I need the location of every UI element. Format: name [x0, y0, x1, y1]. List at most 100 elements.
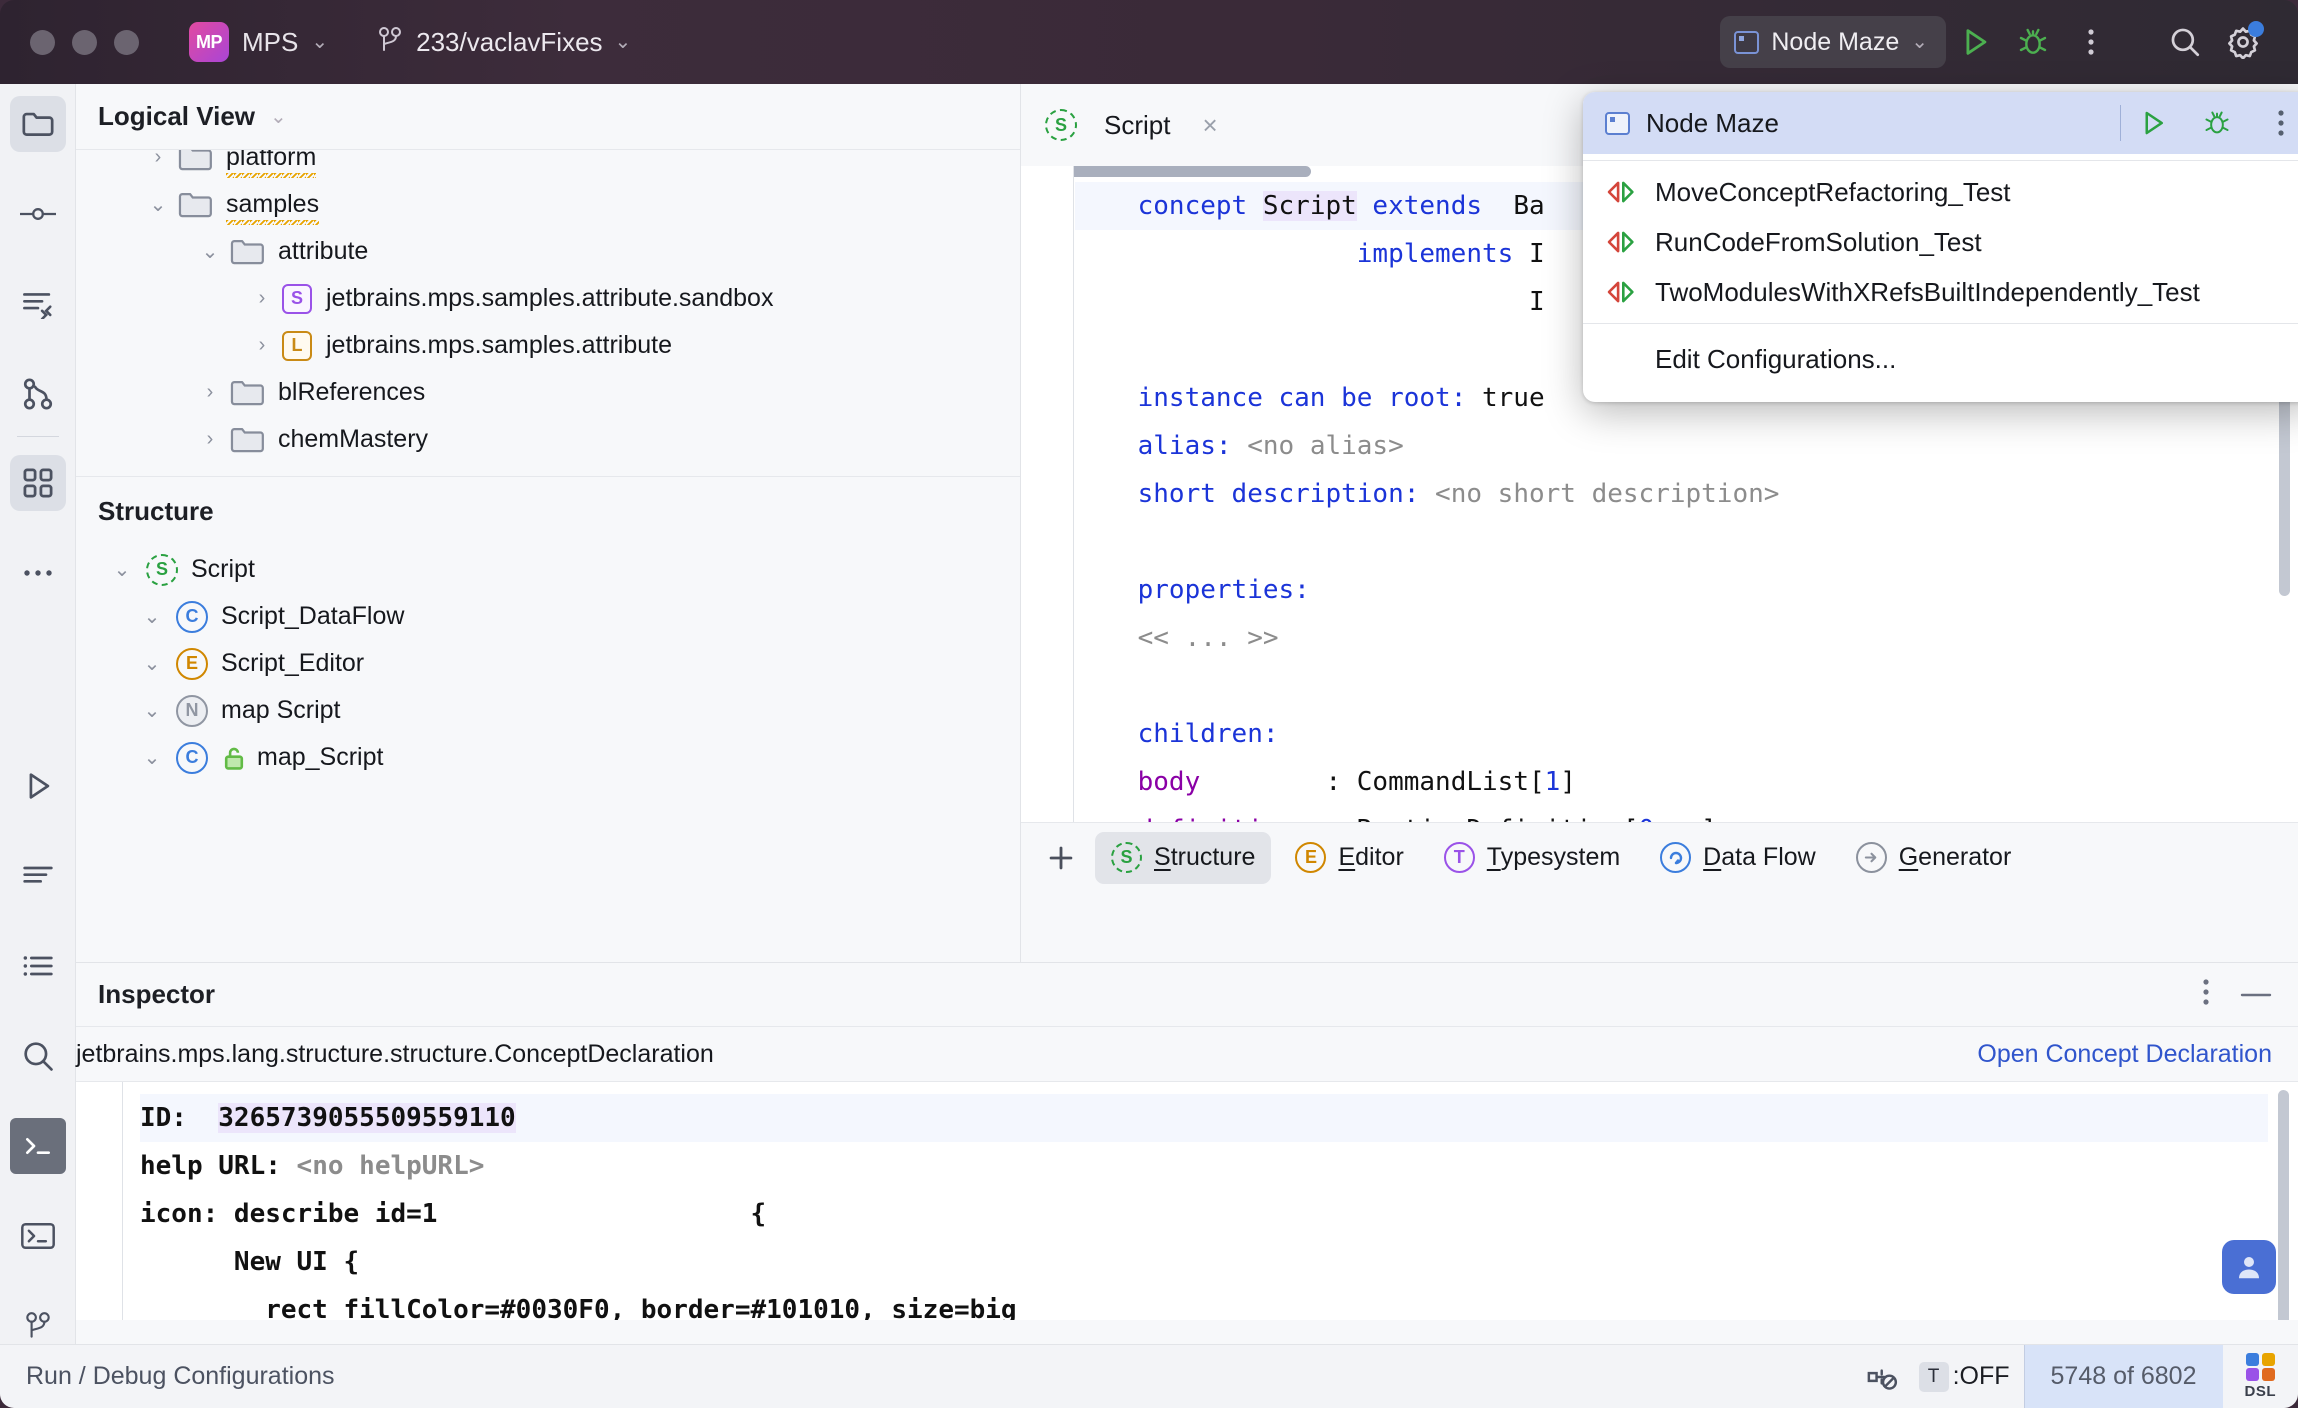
tab-generator[interactable]: Generator	[1840, 832, 2028, 884]
sidebar-item-terminal-active[interactable]	[9, 1118, 66, 1174]
run-configuration-selector[interactable]: Node Maze ⌄	[1720, 16, 1946, 68]
editor-tab-script[interactable]: S Script ×	[1045, 84, 1228, 166]
tab-editor[interactable]: E Editor	[1279, 832, 1419, 884]
popup-run-button[interactable]	[2121, 92, 2185, 154]
inspector-code-line[interactable]: New UI {	[140, 1238, 2268, 1286]
structure-tree[interactable]: ⌄ S Script ⌄ C Script_DataFlow ⌄ E Script_Editor…	[76, 546, 1020, 784]
popup-debug-button[interactable]	[2185, 92, 2249, 154]
structure-item[interactable]: ⌄ Cmap_Script	[76, 734, 1020, 781]
inspector-editor[interactable]: ID: 3265739055509559110 help URL: <no hel…	[76, 1081, 2298, 1320]
sidebar-item-more[interactable]	[10, 545, 66, 601]
code-line[interactable]: definitions : RoutineDefinition[0..n]	[1075, 806, 2270, 822]
inspector-code[interactable]: ID: 3265739055509559110 help URL: <no hel…	[140, 1094, 2268, 1320]
tab-typesystem[interactable]: T Typesystem	[1428, 832, 1636, 884]
tree-item[interactable]: ⌄ attribute	[76, 228, 1020, 275]
run-config-item[interactable]: MoveConceptRefactoring_Test	[1583, 167, 2298, 217]
run-config-item[interactable]: TwoModulesWithXRefsBuiltIndependently_Te…	[1583, 267, 2298, 317]
tab-data-flow[interactable]: Data Flow	[1644, 832, 1832, 884]
close-icon[interactable]: ×	[1202, 110, 1217, 141]
tree-item[interactable]: › chemMastery	[76, 416, 1020, 463]
search-icon[interactable]	[2156, 13, 2214, 71]
popup-selected-config[interactable]: Node Maze	[1583, 92, 2298, 154]
run-configuration-popup[interactable]: Node Maze MoveConceptRefactoring_Test Ru…	[1583, 92, 2298, 402]
run-config-item[interactable]: RunCodeFromSolution_Test	[1583, 217, 2298, 267]
tree-item[interactable]: › blReferences	[76, 369, 1020, 416]
code-line[interactable]: body : CommandList[1]	[1075, 758, 2270, 806]
logical-view-header[interactable]: Logical View ⌄	[76, 84, 1020, 150]
chevron-right-icon[interactable]: ›	[242, 334, 282, 357]
window-controls[interactable]	[30, 29, 139, 55]
inspector-code-line[interactable]: icon: describe id=1 {	[140, 1190, 2268, 1238]
tree-item[interactable]: ⌄ samples	[76, 181, 1020, 228]
inspector-vertical-scrollbar[interactable]	[2278, 1090, 2289, 1320]
chevron-right-icon[interactable]: ›	[138, 150, 178, 169]
chevron-down-icon[interactable]: ⌄	[128, 604, 176, 629]
chevron-down-icon[interactable]: ⌄	[270, 107, 287, 127]
inspector-code-line[interactable]: ID: 3265739055509559110	[140, 1094, 2268, 1142]
sidebar-item-version-control[interactable]	[10, 366, 66, 422]
chevron-down-icon[interactable]: ⌄	[128, 698, 176, 723]
sidebar-item-todo[interactable]	[10, 938, 66, 994]
sidebar-item-structure[interactable]	[9, 455, 66, 511]
disconnected-plug-icon[interactable]	[1847, 1362, 1919, 1392]
branch-selector[interactable]: 233/vaclavFixes ⌄	[376, 24, 631, 61]
maximize-window-button[interactable]	[114, 29, 139, 55]
inspector-options-icon[interactable]	[2202, 977, 2210, 1012]
code-line[interactable]: short description: <no short description…	[1075, 470, 2270, 518]
debug-button[interactable]	[2004, 13, 2062, 71]
structure-item[interactable]: ⌄ Nmap Script	[76, 687, 1020, 734]
chevron-right-icon[interactable]: ›	[190, 381, 230, 404]
code-token: definitions	[1138, 815, 1310, 822]
sidebar-item-commit[interactable]	[10, 186, 66, 242]
chevron-down-icon[interactable]: ⌄	[128, 745, 176, 770]
sidebar-item-project[interactable]	[9, 96, 66, 152]
structure-item[interactable]: ⌄ C Script_DataFlow	[76, 593, 1020, 640]
typing-assist-status[interactable]: T :OFF	[1918, 1361, 2024, 1392]
minimize-window-button[interactable]	[72, 29, 97, 55]
tree-item[interactable]: › Ljetbrains.mps.samples.attribute	[76, 322, 1020, 369]
chevron-down-icon[interactable]: ⌄	[128, 651, 176, 676]
popup-more-button[interactable]	[2249, 92, 2298, 154]
edit-configurations-item[interactable]: Edit Configurations...	[1583, 330, 2298, 388]
chevron-right-icon[interactable]: ›	[242, 287, 282, 310]
run-button[interactable]	[1946, 13, 2004, 71]
popup-items[interactable]: MoveConceptRefactoring_Test RunCodeFromSo…	[1583, 167, 2298, 317]
sidebar-item-find[interactable]	[10, 1028, 66, 1084]
code-line[interactable]: alias: <no alias>	[1075, 422, 2270, 470]
code-line[interactable]	[1075, 662, 2270, 710]
structure-item[interactable]: ⌄ E Script_Editor	[76, 640, 1020, 687]
memory-indicator[interactable]: 5748 of 6802	[2023, 1344, 2223, 1408]
dsl-badge[interactable]: DSL	[2223, 1353, 2298, 1400]
close-window-button[interactable]	[30, 29, 55, 55]
sidebar-item-pull-requests[interactable]	[10, 276, 66, 332]
add-aspect-button[interactable]	[1035, 832, 1087, 884]
code-token: implements	[1356, 239, 1514, 269]
code-line[interactable]: children:	[1075, 710, 2270, 758]
editor-aspect-tabs[interactable]: S Structure E Editor T Typesystem Data Flow Gen…	[1021, 822, 2298, 892]
inspector-code-line[interactable]: help URL: <no helpURL>	[140, 1142, 2268, 1190]
project-tree[interactable]: › platform ⌄ samples ⌄ attribute › Sjetbrains.m…	[76, 150, 1020, 476]
code-line[interactable]: properties:	[1075, 566, 2270, 614]
open-concept-declaration-link[interactable]: Open Concept Declaration	[1977, 1040, 2272, 1069]
code-line[interactable]	[1075, 518, 2270, 566]
code-line[interactable]: << ... >>	[1075, 614, 2270, 662]
chevron-right-icon[interactable]: ›	[190, 428, 230, 451]
tree-item[interactable]: › platform	[76, 150, 1020, 181]
avatar[interactable]	[2222, 1240, 2276, 1294]
sidebar-item-run[interactable]	[10, 758, 66, 814]
sidebar-item-terminal[interactable]	[10, 1208, 66, 1264]
sidebar-item-build[interactable]	[10, 848, 66, 904]
chevron-down-icon[interactable]: ⌄	[138, 192, 178, 217]
more-actions-button[interactable]	[2062, 13, 2120, 71]
structure-item[interactable]: ⌄SScript	[76, 546, 1020, 593]
inspector-code-line[interactable]: rect fillColor=#0030F0, border=#101010, …	[140, 1286, 2268, 1320]
project-selector[interactable]: MP MPS ⌄	[189, 22, 328, 62]
structure-item[interactable]: ⌄SScript	[76, 781, 1020, 784]
tab-structure[interactable]: S Structure	[1095, 831, 1272, 884]
structure-item-label: Script_DataFlow	[221, 602, 405, 630]
chevron-down-icon[interactable]: ⌄	[98, 557, 146, 582]
settings-icon[interactable]	[2214, 13, 2272, 71]
chevron-down-icon[interactable]: ⌄	[190, 239, 230, 264]
tree-item[interactable]: › Sjetbrains.mps.samples.attribute.sandbo…	[76, 275, 1020, 322]
inspector-minimize-icon[interactable]	[2240, 986, 2272, 1004]
